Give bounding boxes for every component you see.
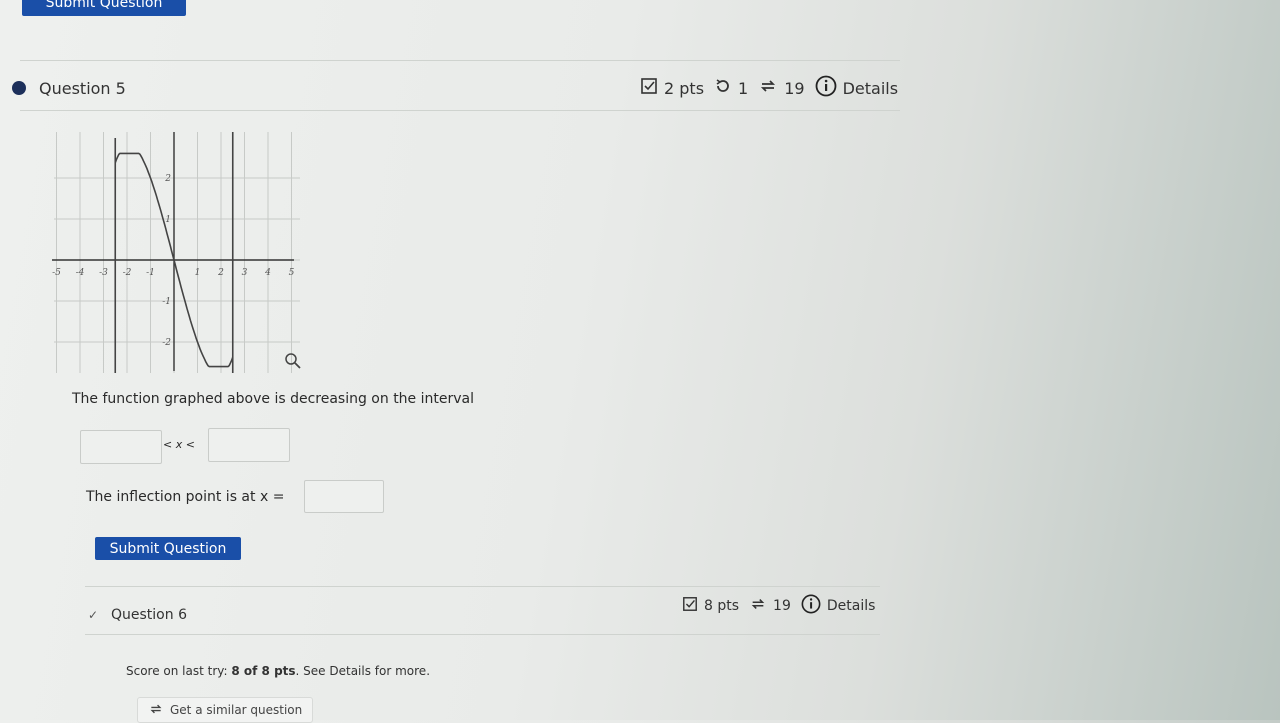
top-submit-button[interactable]: Submit Question	[22, 0, 186, 16]
info-icon[interactable]	[801, 594, 821, 618]
graph-svg: -5 -4 -3 -2 -1 1 2 3 4 5 2 1 -1 -2	[52, 132, 300, 373]
details-link[interactable]: Details	[843, 79, 898, 98]
divider	[85, 634, 880, 635]
zoom-icon[interactable]	[284, 352, 302, 374]
similar-question-button[interactable]: Get a similar question	[137, 697, 314, 723]
submit-question-button[interactable]: Submit Question	[95, 537, 241, 560]
attempts-icon	[758, 77, 778, 99]
interval-right-input[interactable]	[208, 428, 290, 462]
score-prefix: Score on last try:	[126, 664, 232, 678]
interval-left-input[interactable]	[80, 430, 162, 464]
question-bullet	[12, 81, 26, 95]
attempts-count: 19	[784, 78, 805, 98]
x-tick-label: 3	[242, 268, 248, 278]
score-banner: Score on last try: 8 of 8 pts. See Detai…	[126, 664, 430, 678]
x-tick-label: 4	[264, 268, 271, 278]
checkbox-icon	[682, 596, 698, 616]
y-tick-label: 1	[165, 215, 171, 225]
x-tick-label: 2	[217, 268, 224, 278]
submit-question-label: Submit Question	[109, 540, 227, 557]
top-submit-label: Submit Question	[45, 0, 163, 11]
x-tick-label: -1	[146, 268, 155, 278]
question6-meta: 8 pts 19 Details	[682, 594, 875, 618]
inflection-label: The inflection point is at x =	[86, 489, 285, 505]
function-graph: -5 -4 -3 -2 -1 1 2 3 4 5 2 1 -1 -2	[50, 130, 310, 375]
info-icon[interactable]	[815, 75, 837, 101]
details-link[interactable]: Details	[827, 598, 876, 614]
divider	[20, 60, 900, 61]
points-label: 8 pts	[704, 598, 740, 614]
question5-title: Question 5	[39, 79, 126, 98]
interval-mid-label: < x <	[163, 438, 195, 451]
checkbox-icon	[640, 77, 658, 99]
x-tick-label: -4	[76, 268, 85, 278]
question5-meta: 2 pts 1 19 Details	[640, 75, 898, 101]
x-tick-label: 1	[195, 268, 201, 278]
divider	[20, 110, 900, 111]
x-tick-label: -3	[99, 268, 108, 278]
points-label: 2 pts	[664, 78, 705, 98]
retries-count: 1	[738, 78, 749, 98]
score-suffix: . See Details for more.	[295, 664, 431, 678]
y-tick-label: 2	[164, 174, 171, 184]
x-tick-label: -5	[52, 268, 61, 278]
score-value: 8 of 8 pts	[231, 664, 296, 678]
x-tick-label: -2	[123, 268, 132, 278]
y-tick-label: -2	[162, 338, 171, 348]
attempts-count: 19	[773, 598, 791, 614]
inflection-input[interactable]	[304, 480, 384, 513]
question6-title: Question 6	[111, 607, 187, 623]
divider	[85, 586, 880, 587]
refresh-icon	[148, 702, 164, 719]
attempts-icon	[749, 596, 767, 616]
x-tick-label: 5	[289, 268, 295, 278]
y-tick-label: -1	[162, 297, 171, 307]
question5-prompt: The function graphed above is decreasing…	[72, 391, 474, 407]
retry-icon	[714, 77, 732, 99]
question6-check-icon: ✓	[88, 608, 99, 622]
similar-question-label: Get a similar question	[170, 703, 303, 717]
